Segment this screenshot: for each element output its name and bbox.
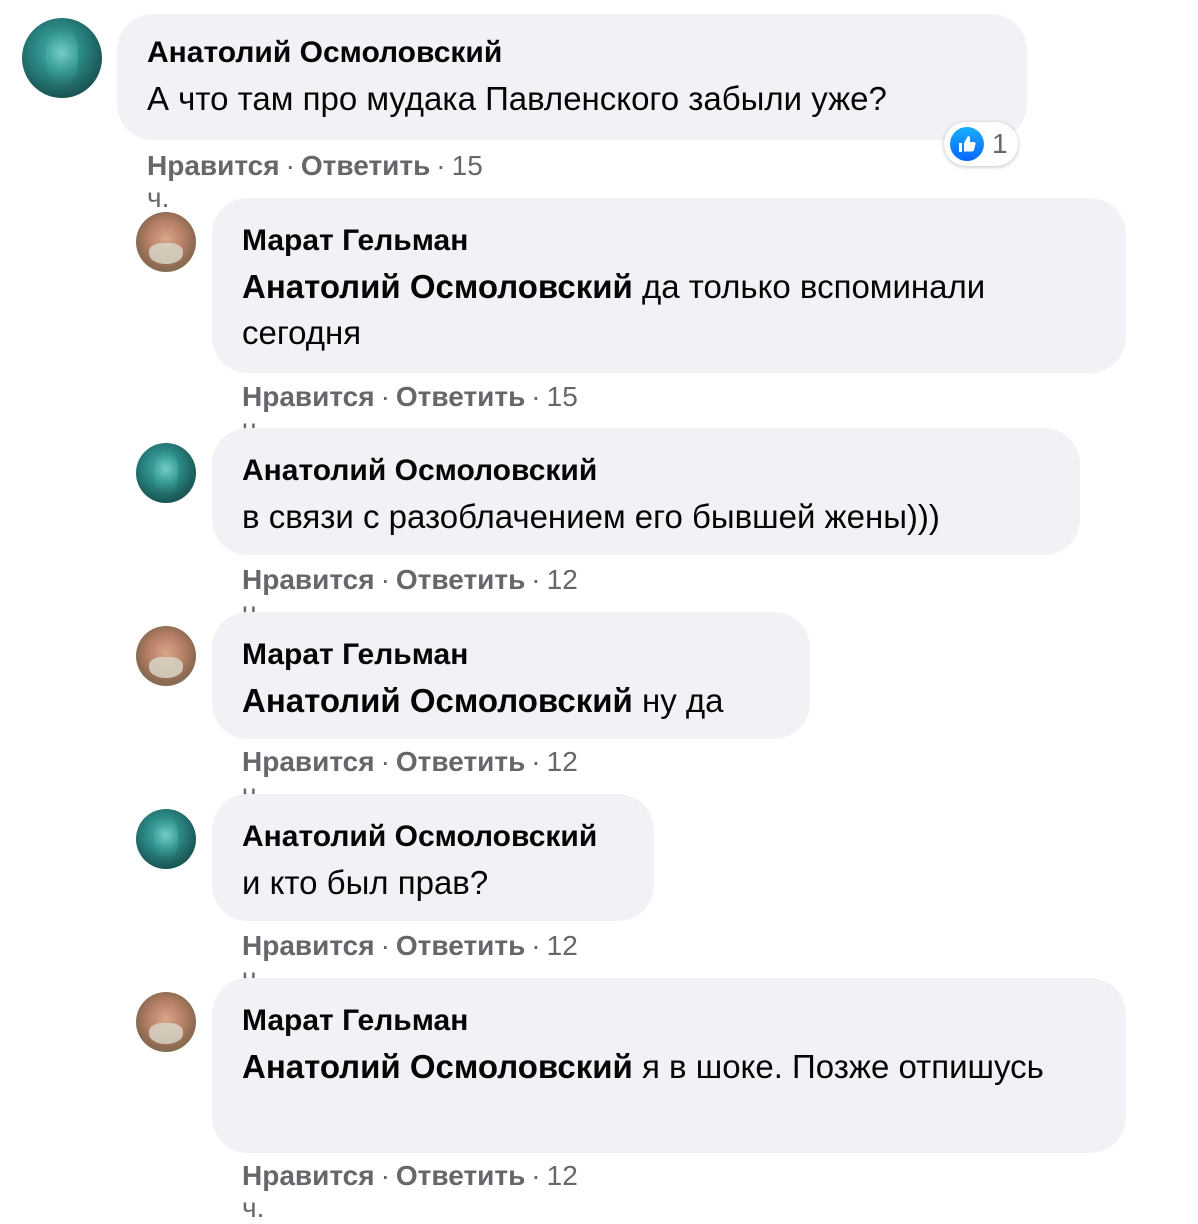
separator: ·: [531, 564, 541, 595]
comment-body: я в шоке. Позже отпишусь: [641, 1048, 1044, 1085]
comment-text: и кто был прав?: [242, 864, 489, 901]
comment-bubble: Марат Гельман Анатолий Осмоловский да то…: [212, 198, 1126, 373]
comment-author[interactable]: Анатолий Осмоловский: [242, 454, 1050, 488]
comment-bubble: Марат Гельман Анатолий Осмоловский ну да: [212, 612, 810, 739]
reply-button[interactable]: Ответить: [301, 150, 430, 181]
comment-author[interactable]: Анатолий Осмоловский: [147, 36, 997, 70]
like-button[interactable]: Нравится: [242, 381, 375, 412]
comment-bubble: Марат Гельман Анатолий Осмоловский я в ш…: [212, 978, 1126, 1153]
comment-body: ну да: [641, 682, 724, 719]
reply-button[interactable]: Ответить: [396, 381, 525, 412]
comment-text: в связи с разоблачением его бывшей жены)…: [242, 498, 940, 535]
comment-bubble: Анатолий Осмоловский и кто был прав?: [212, 794, 654, 921]
avatar[interactable]: [136, 626, 196, 686]
separator: ·: [380, 930, 390, 961]
comment-text: А что там про мудака Павленского забыли …: [147, 80, 887, 117]
reaction-count[interactable]: 1: [944, 122, 1018, 166]
separator: ·: [380, 746, 390, 777]
reply-button[interactable]: Ответить: [396, 746, 525, 777]
comment-author[interactable]: Марат Гельман: [242, 638, 780, 672]
avatar[interactable]: [136, 443, 196, 503]
reaction-count-text: 1: [992, 128, 1008, 159]
like-button[interactable]: Нравится: [242, 564, 375, 595]
comment-author[interactable]: Марат Гельман: [242, 1004, 1096, 1038]
comment-author[interactable]: Марат Гельман: [242, 224, 1096, 258]
like-button[interactable]: Нравится: [242, 746, 375, 777]
comment-bubble: Анатолий Осмоловский в связи с разоблаче…: [212, 428, 1080, 555]
avatar[interactable]: [136, 809, 196, 869]
separator: ·: [380, 1160, 390, 1191]
like-button[interactable]: Нравится: [242, 1160, 375, 1191]
mention-link[interactable]: Анатолий Осмоловский: [242, 1048, 633, 1085]
separator: ·: [531, 930, 541, 961]
like-button[interactable]: Нравится: [242, 930, 375, 961]
separator: ·: [285, 150, 295, 181]
separator: ·: [380, 381, 390, 412]
separator: ·: [436, 150, 446, 181]
comment-author[interactable]: Анатолий Осмоловский: [242, 820, 624, 854]
like-button[interactable]: Нравится: [147, 150, 280, 181]
comment-text: Анатолий Осмоловский да только вспоминал…: [242, 264, 1096, 356]
reply-button[interactable]: Ответить: [396, 1160, 525, 1191]
mention-link[interactable]: Анатолий Осмоловский: [242, 268, 633, 305]
thumbs-up-icon: [950, 127, 984, 161]
separator: ·: [531, 381, 541, 412]
avatar[interactable]: [136, 992, 196, 1052]
comment-text: Анатолий Осмоловский ну да: [242, 678, 780, 724]
reply-button[interactable]: Ответить: [396, 930, 525, 961]
comment-actions: Нравится·Ответить·12 ч.: [242, 1160, 578, 1224]
separator: ·: [380, 564, 390, 595]
avatar[interactable]: [136, 212, 196, 272]
reply-button[interactable]: Ответить: [396, 564, 525, 595]
mention-link[interactable]: Анатолий Осмоловский: [242, 682, 633, 719]
separator: ·: [531, 1160, 541, 1191]
avatar[interactable]: [22, 18, 102, 98]
comment-text: Анатолий Осмоловский я в шоке. Позже отп…: [242, 1044, 1096, 1090]
separator: ·: [531, 746, 541, 777]
comment-bubble: Анатолий Осмоловский А что там про мудак…: [117, 14, 1027, 140]
